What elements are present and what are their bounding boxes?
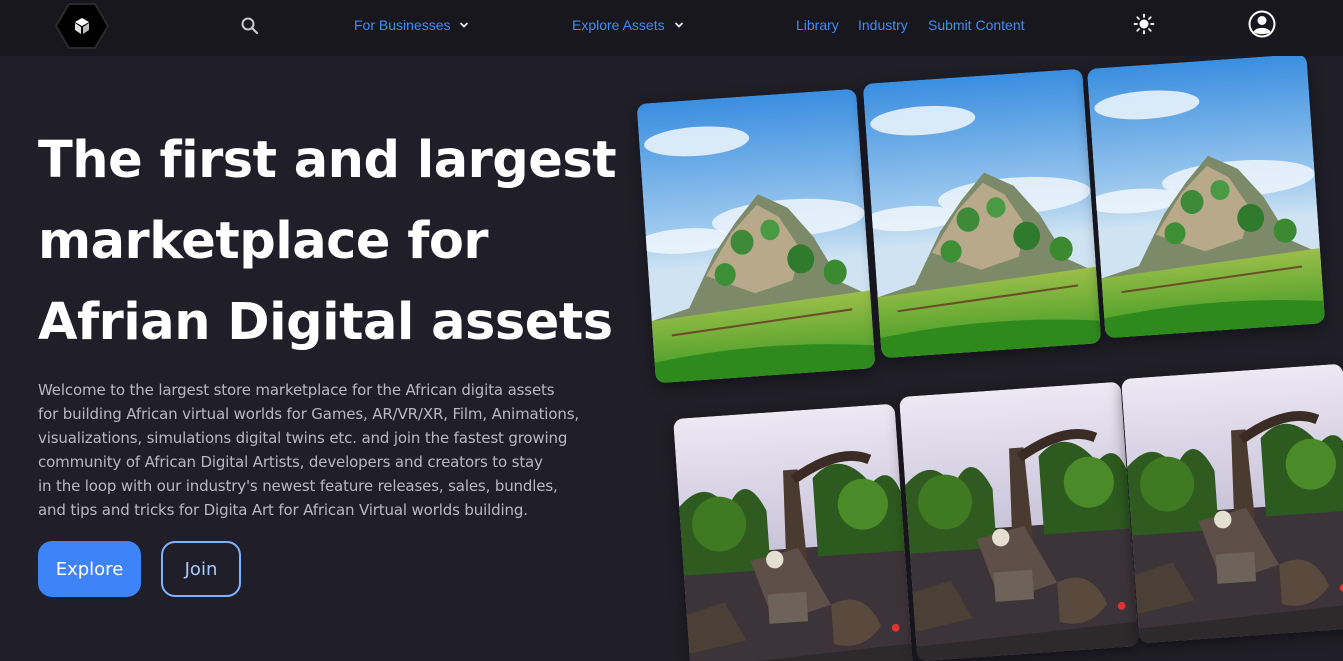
- nav-explore-assets-label: Explore Assets: [572, 17, 665, 33]
- nav-explore-assets[interactable]: Explore Assets: [572, 17, 684, 33]
- cube-icon: [54, 3, 110, 49]
- hero-description: Welcome to the largest store marketplace…: [38, 381, 579, 519]
- site-logo[interactable]: [53, 0, 111, 52]
- hero-title-line: marketplace for: [38, 212, 489, 271]
- chevron-down-icon: [674, 22, 683, 28]
- hero-title: The first and largest marketplace for Af…: [38, 120, 618, 363]
- asset-card[interactable]: [673, 404, 913, 661]
- chevron-down-icon: [460, 22, 469, 28]
- asset-card[interactable]: [862, 68, 1102, 359]
- hero-title-line: The first and largest: [38, 131, 617, 190]
- asset-gallery: [620, 56, 1343, 661]
- user-circle-icon[interactable]: [1247, 9, 1277, 39]
- join-button[interactable]: Join: [161, 541, 241, 597]
- nav-industry[interactable]: Industry: [858, 17, 908, 33]
- asset-card[interactable]: [1086, 56, 1326, 339]
- explore-button[interactable]: Explore: [38, 541, 141, 597]
- asset-card[interactable]: [899, 382, 1139, 661]
- sun-icon[interactable]: [1133, 13, 1155, 35]
- asset-card[interactable]: [636, 88, 876, 384]
- nav-library[interactable]: Library: [796, 17, 839, 33]
- nav-for-businesses[interactable]: For Businesses: [354, 17, 469, 33]
- nav-submit-content[interactable]: Submit Content: [928, 17, 1025, 33]
- top-navbar: For Businesses Explore Assets Library In…: [0, 0, 1343, 56]
- search-icon[interactable]: [240, 16, 260, 36]
- hero-title-line: Afrian Digital assets: [38, 293, 613, 352]
- asset-card[interactable]: [1121, 364, 1343, 644]
- nav-for-businesses-label: For Businesses: [354, 17, 451, 33]
